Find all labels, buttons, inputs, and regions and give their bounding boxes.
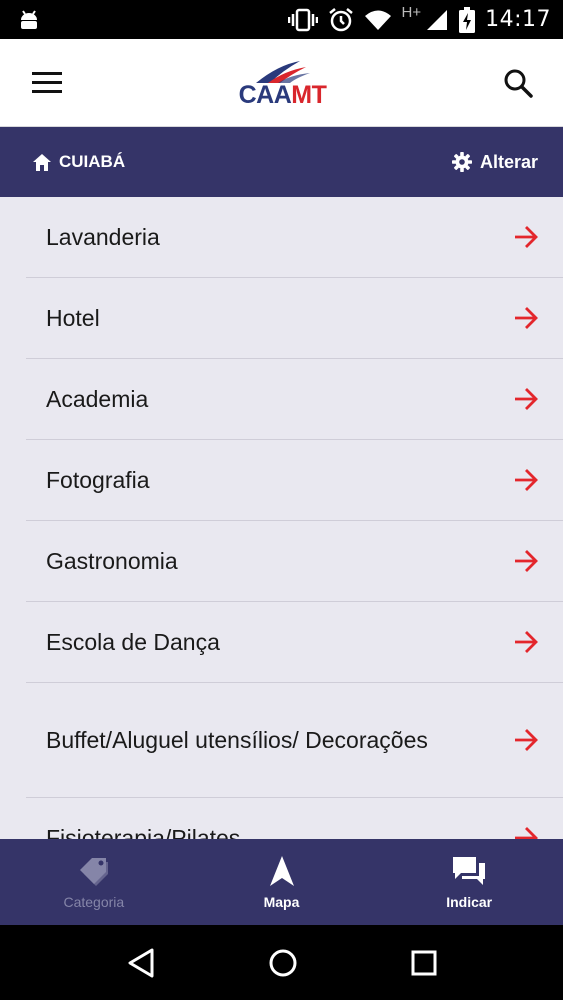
tag-icon [79, 858, 108, 886]
arrow-right-icon [515, 307, 538, 329]
category-label: Buffet/Aluguel utensílios/ Decorações [46, 727, 428, 753]
signal-icon [427, 9, 448, 30]
arrow-right-icon [515, 550, 538, 572]
tab-label: Categoria [63, 894, 125, 910]
city-label: CUIABÁ [59, 152, 126, 171]
category-item-lavanderia[interactable]: Lavanderia [26, 197, 563, 278]
category-label: Gastronomia [46, 548, 178, 574]
bottom-nav: Categoria Mapa Indicar [0, 839, 563, 925]
tab-label: Mapa [263, 894, 300, 910]
category-item-gastronomia[interactable]: Gastronomia [26, 521, 563, 602]
category-label: Academia [46, 386, 149, 412]
category-item-academia[interactable]: Academia [26, 359, 563, 440]
category-item-fotografia[interactable]: Fotografia [26, 440, 563, 521]
category-item-escola-de-danca[interactable]: Escola de Dança [26, 602, 563, 683]
category-item-hotel[interactable]: Hotel [26, 278, 563, 359]
vibrate-icon [287, 8, 318, 31]
wifi-icon [364, 10, 391, 30]
arrow-right-icon [515, 729, 538, 751]
category-label: Hotel [46, 305, 100, 331]
category-label: Escola de Dança [46, 629, 220, 655]
caamt-logo: CAAMT [239, 61, 327, 108]
tab-categoria[interactable]: Categoria [0, 839, 188, 925]
logo-caa-text: CAA [238, 81, 292, 109]
battery-charging-icon [459, 6, 476, 33]
category-item-fisioterapia[interactable]: Fisioterapia/Pilates [26, 798, 563, 839]
category-item-buffet[interactable]: Buffet/Aluguel utensílios/ Decorações [26, 683, 563, 798]
gear-icon [451, 152, 472, 172]
recents-icon[interactable] [411, 950, 437, 976]
category-label: Fisioterapia/Pilates [46, 825, 241, 839]
android-debug-icon [21, 9, 37, 29]
category-label: Lavanderia [46, 224, 160, 250]
arrow-right-icon [515, 226, 538, 248]
tab-mapa[interactable]: Mapa [188, 839, 376, 925]
network-type: H+ [401, 4, 422, 21]
arrow-right-icon [515, 469, 538, 491]
change-city-label: Alterar [479, 151, 538, 172]
alarm-icon [328, 7, 353, 31]
status-time: 14:17 [485, 7, 551, 32]
navigation-arrow-icon [269, 856, 294, 886]
home-circle-icon[interactable] [268, 948, 298, 978]
current-city: CUIABÁ [33, 152, 125, 172]
status-bar: H+ 14:17 [0, 0, 563, 39]
location-bar: CUIABÁ Alterar [0, 127, 563, 197]
logo-swoosh-icon [255, 61, 310, 83]
arrow-right-icon [515, 827, 538, 839]
arrow-right-icon [515, 631, 538, 653]
logo-mt-text: MT [291, 81, 327, 109]
system-nav-bar [0, 925, 563, 1000]
change-city-button[interactable]: Alterar [451, 151, 538, 173]
app-bar: CAAMT [0, 39, 563, 127]
tab-indicar[interactable]: Indicar [375, 839, 563, 925]
tab-label: Indicar [446, 894, 493, 910]
back-icon[interactable] [127, 948, 155, 978]
category-label: Fotografia [46, 467, 150, 493]
category-list[interactable]: Lavanderia Hotel Academia Fotografia Gas… [0, 197, 563, 839]
arrow-right-icon [515, 388, 538, 410]
home-icon [33, 153, 51, 171]
search-icon[interactable] [503, 68, 533, 98]
chat-bubbles-icon [453, 857, 486, 885]
menu-icon[interactable] [32, 71, 62, 94]
